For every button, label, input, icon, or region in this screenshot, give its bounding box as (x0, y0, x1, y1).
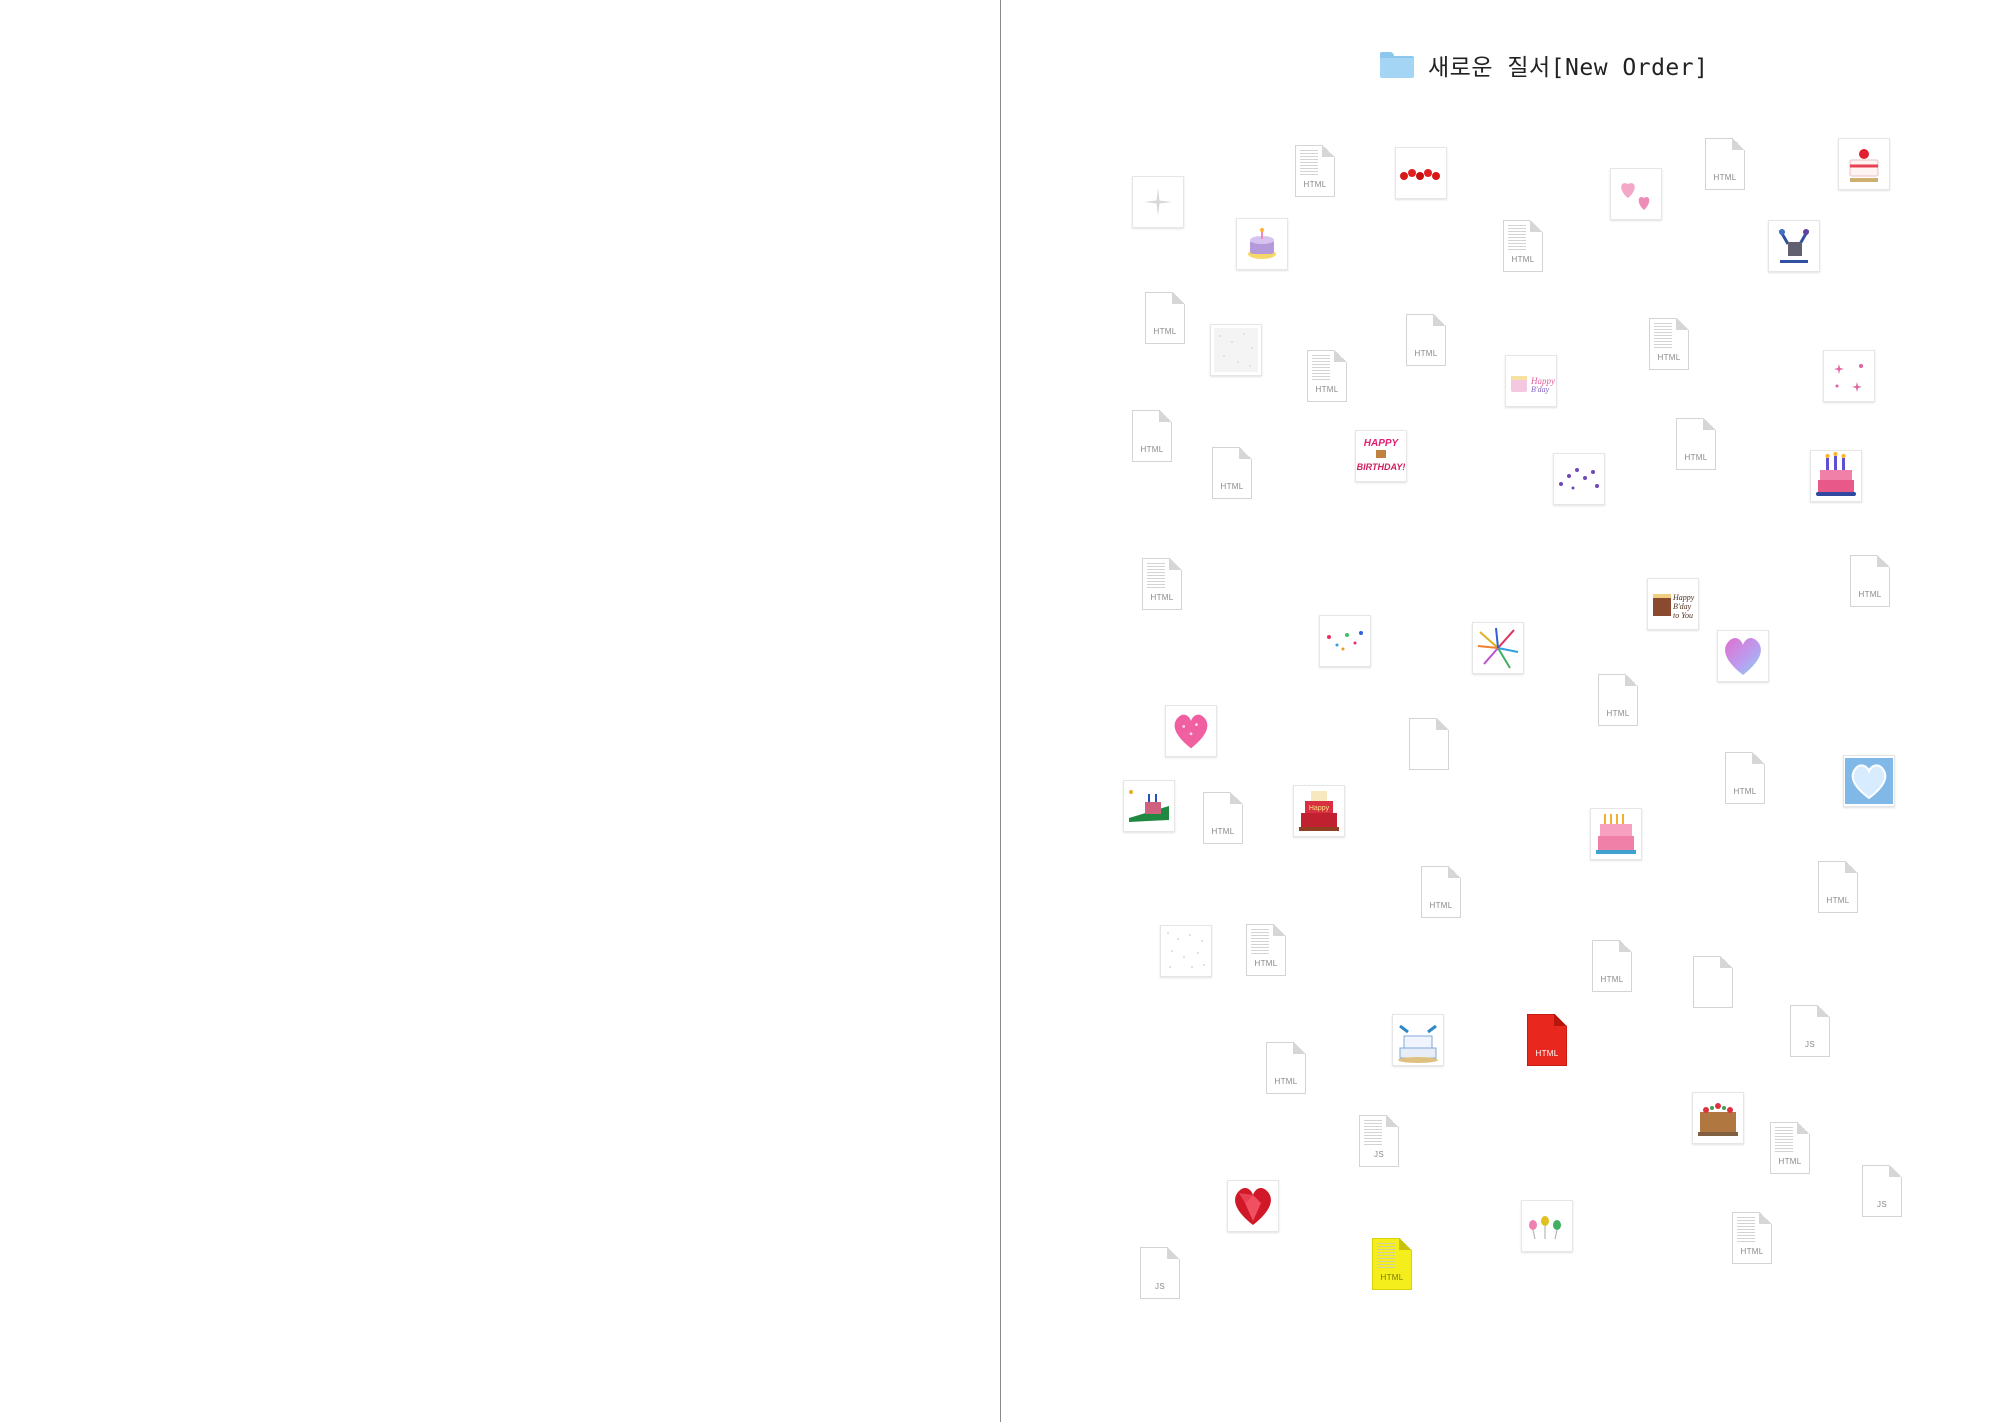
svg-text:B'day: B'day (1673, 602, 1692, 611)
html-file-icon[interactable]: HTML (1295, 145, 1335, 197)
html-file-icon[interactable]: HTML (1406, 314, 1446, 366)
svg-text:to You: to You (1673, 611, 1693, 620)
js-file-icon[interactable]: JS (1862, 1165, 1902, 1217)
birthday-cake-text-icon[interactable]: Happy B'day (1505, 355, 1557, 407)
gradient-heart-icon[interactable] (1717, 630, 1769, 682)
html-file-icon[interactable]: HTML (1649, 318, 1689, 370)
html-file-icon[interactable]: HTML (1592, 940, 1632, 992)
html-file-icon[interactable]: HTML (1203, 792, 1243, 844)
html-file-icon[interactable]: HTML (1132, 410, 1172, 462)
html-file-icon[interactable]: HTML (1145, 292, 1185, 344)
layer-cake-icon[interactable]: Happy (1293, 785, 1345, 837)
left-empty-pane (0, 0, 1000, 1422)
html-file-icon[interactable]: HTML (1770, 1122, 1810, 1174)
svg-text:Happy: Happy (1309, 805, 1330, 812)
pink-hearts-icon[interactable] (1610, 168, 1662, 220)
happy-birthday-cake-icon[interactable]: Happy B'day to You (1647, 578, 1699, 630)
purple-dots-icon[interactable] (1553, 453, 1605, 505)
svg-text:B'day: B'day (1531, 385, 1550, 394)
html-file-icon[interactable]: HTML (1142, 558, 1182, 610)
html-file-icon[interactable]: HTML (1246, 924, 1286, 976)
html-file-icon[interactable]: HTML (1421, 866, 1461, 918)
dotted-pattern-icon[interactable] (1160, 925, 1212, 977)
blank-file-icon[interactable] (1409, 718, 1449, 770)
pink-sparkles-icon[interactable] (1823, 350, 1875, 402)
html-file-icon[interactable]: HTML (1725, 752, 1765, 804)
svg-text:HAPPY: HAPPY (1364, 438, 1400, 449)
html-file-icon[interactable]: HTML (1266, 1042, 1306, 1094)
yellow-html-file-icon[interactable]: HTML (1372, 1238, 1412, 1290)
strawberry-cake-icon[interactable] (1838, 138, 1890, 190)
champagne-birthday-icon[interactable] (1768, 220, 1820, 272)
html-file-icon[interactable]: HTML (1212, 447, 1252, 499)
html-file-icon[interactable]: HTML (1307, 350, 1347, 402)
fruit-cake-icon[interactable] (1692, 1092, 1744, 1144)
html-file-icon[interactable]: HTML (1818, 861, 1858, 913)
js-file-icon[interactable]: JS (1790, 1005, 1830, 1057)
red-gem-heart-icon[interactable] (1227, 1180, 1279, 1232)
sparkle-icon[interactable] (1132, 176, 1184, 228)
html-file-icon[interactable]: HTML (1676, 418, 1716, 470)
red-html-file-icon[interactable]: HTML (1527, 1014, 1567, 1066)
blank-file-icon[interactable] (1693, 956, 1733, 1008)
red-beads-icon[interactable] (1395, 147, 1447, 199)
folder-icon (1380, 52, 1414, 78)
html-file-icon[interactable]: HTML (1503, 220, 1543, 272)
pink-heart-icon[interactable] (1165, 705, 1217, 757)
blue-heart-icon[interactable] (1843, 755, 1895, 807)
pastel-cake-icon[interactable] (1590, 808, 1642, 860)
balloons-icon[interactable] (1521, 1200, 1573, 1252)
bird-cake-icon[interactable] (1392, 1014, 1444, 1066)
js-file-icon[interactable]: JS (1359, 1115, 1399, 1167)
html-file-icon[interactable]: HTML (1732, 1212, 1772, 1264)
happy-birthday-text-icon[interactable]: HAPPY BIRTHDAY! (1355, 430, 1407, 482)
js-file-icon[interactable]: JS (1140, 1247, 1180, 1299)
html-file-icon[interactable]: HTML (1705, 138, 1745, 190)
html-file-icon[interactable]: HTML (1850, 555, 1890, 607)
html-file-icon[interactable]: HTML (1598, 674, 1638, 726)
folder-header: 새로운 질서[New Order] (1380, 48, 1708, 82)
folder-name: 새로운 질서[New Order] (1428, 55, 1709, 81)
candle-cake-icon[interactable] (1810, 450, 1862, 502)
svg-text:Happy: Happy (1672, 593, 1695, 602)
svg-text:BIRTHDAY!: BIRTHDAY! (1357, 462, 1405, 472)
green-cake-icon[interactable] (1123, 780, 1175, 832)
birthday-cake-icon[interactable] (1236, 218, 1288, 270)
dotted-pattern-icon[interactable] (1210, 324, 1262, 376)
confetti-dots-icon[interactable] (1319, 615, 1371, 667)
confetti-burst-icon[interactable] (1472, 622, 1524, 674)
